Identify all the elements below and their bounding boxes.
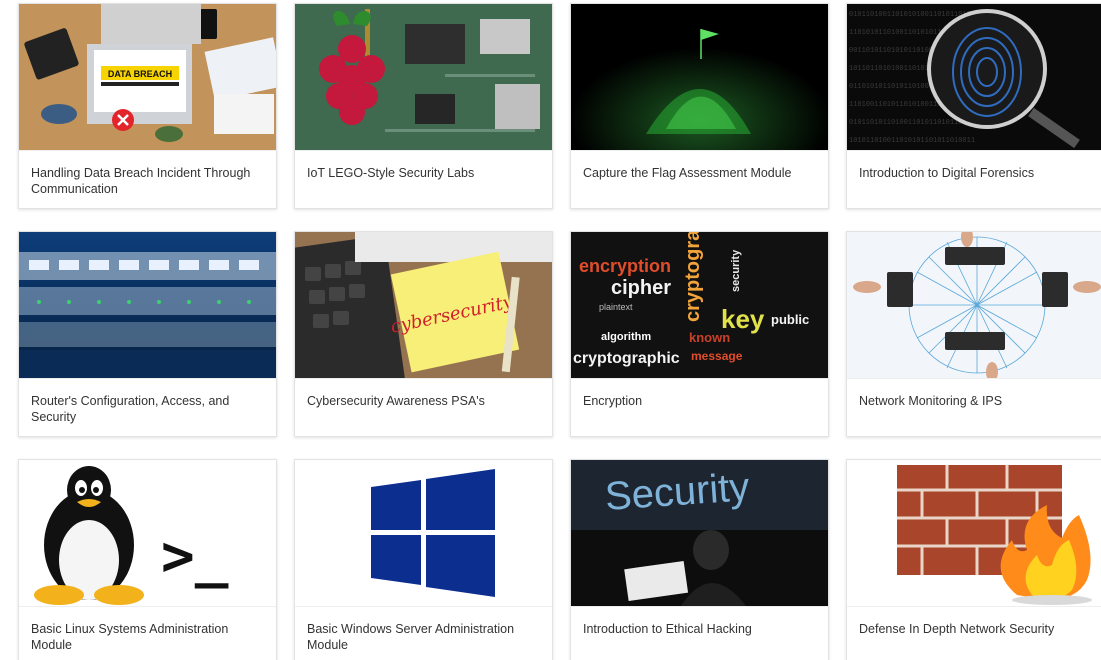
hacker-security-image: Security [571, 460, 828, 606]
data-breach-image: DATA BREACH [19, 4, 276, 150]
course-title[interactable]: Introduction to Ethical Hacking [571, 606, 828, 660]
word-security: security [730, 249, 742, 292]
course-title[interactable]: Handling Data Breach Incident Through Co… [19, 150, 276, 208]
course-title[interactable]: Defense In Depth Network Security [847, 606, 1101, 660]
sticky-note-keyboard-image: cybersecurity [295, 232, 552, 378]
course-title[interactable]: Router's Configuration, Access, and Secu… [19, 378, 276, 436]
course-title[interactable]: Basic Linux Systems Administration Modul… [19, 606, 276, 660]
course-title[interactable]: IoT LEGO-Style Security Labs [295, 150, 552, 208]
word-encryption: encryption [579, 256, 671, 276]
terminal-prompt-icon: >_ [161, 524, 229, 589]
word-known: known [689, 330, 730, 345]
word-algorithm: algorithm [601, 331, 651, 343]
course-card-cyber-psa[interactable]: cybersecurity Cybersecurity Awareness PS… [294, 231, 553, 437]
course-title[interactable]: Basic Windows Server Administration Modu… [295, 606, 552, 660]
course-card-network-monitoring[interactable]: Network Monitoring & IPS [846, 231, 1101, 437]
flag-on-hill-image [571, 4, 828, 150]
raspberry-pi-image [295, 4, 552, 150]
course-title[interactable]: Network Monitoring & IPS [847, 378, 1101, 436]
svg-text:101011010011010101101011010011: 101011010011010101101011010011 [849, 137, 975, 145]
network-hands-image [847, 232, 1101, 378]
course-card-linux[interactable]: >_ Basic Linux Systems Administration Mo… [18, 459, 277, 660]
data-breach-badge-text: DATA BREACH [108, 69, 172, 79]
linux-penguin-terminal-image: >_ [19, 460, 276, 606]
fingerprint-magnifier-image: 010110100110101010011010110101 110101011… [847, 4, 1101, 150]
word-cryptographic: cryptographic [573, 350, 680, 367]
firewall-flame-image [847, 460, 1101, 606]
course-title[interactable]: Introduction to Digital Forensics [847, 150, 1101, 208]
course-card-digital-forensics[interactable]: 010110100110101010011010110101 110101011… [846, 3, 1101, 209]
word-cloud-image: encryption cipher key cryptographic cryp… [571, 232, 828, 378]
word-plaintext: plaintext [599, 302, 633, 312]
course-card-ethical-hacking[interactable]: Security Introduction to Ethical Hacking [570, 459, 829, 660]
course-card-encryption[interactable]: encryption cipher key cryptographic cryp… [570, 231, 829, 437]
course-card-ctf[interactable]: Capture the Flag Assessment Module [570, 3, 829, 209]
course-title[interactable]: Cybersecurity Awareness PSA's [295, 378, 552, 436]
server-rack-image [19, 232, 276, 378]
course-card-router[interactable]: Router's Configuration, Access, and Secu… [18, 231, 277, 437]
word-cipher: cipher [611, 277, 671, 299]
course-title[interactable]: Encryption [571, 378, 828, 436]
course-grid: DATA BREACH Handling Data Breach Inciden… [18, 3, 1101, 660]
word-public: public [771, 312, 809, 327]
course-card-windows-server[interactable]: Basic Windows Server Administration Modu… [294, 459, 553, 660]
word-message: message [691, 349, 743, 363]
course-card-data-breach[interactable]: DATA BREACH Handling Data Breach Inciden… [18, 3, 277, 209]
course-card-defense-in-depth[interactable]: Defense In Depth Network Security [846, 459, 1101, 660]
course-title[interactable]: Capture the Flag Assessment Module [571, 150, 828, 208]
word-cryptography: cryptography [682, 232, 704, 322]
course-card-iot-lego[interactable]: IoT LEGO-Style Security Labs [294, 3, 553, 209]
windows-logo-image [295, 460, 552, 606]
